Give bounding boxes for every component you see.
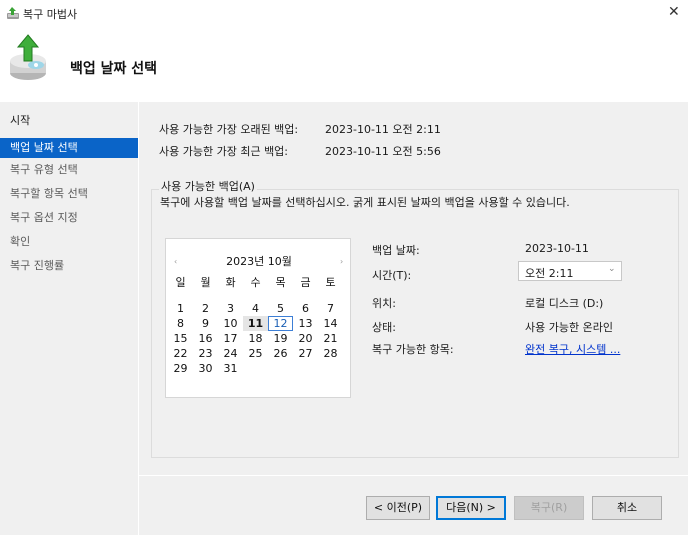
sidebar-item-recovery-options[interactable]: 복구 옵션 지정	[0, 208, 138, 228]
sidebar-item-select-backup-date[interactable]: 백업 날짜 선택	[0, 138, 138, 158]
available-backups-title: 사용 가능한 백업(A)	[159, 178, 257, 194]
calendar-day[interactable]: 28	[318, 346, 343, 361]
calendar-day[interactable]: 21	[318, 331, 343, 346]
back-button[interactable]: < 이전(P)	[366, 496, 430, 520]
footer-divider	[139, 475, 688, 476]
calendar-day[interactable]: 25	[243, 346, 268, 361]
calendar-weekday-header: 토	[325, 276, 336, 289]
window-title: 복구 마법사	[23, 8, 78, 21]
calendar-month-label[interactable]: 2023년 10월	[166, 253, 352, 269]
status-value: 사용 가능한 온라인	[525, 321, 613, 334]
calendar-weekday-header: 금	[300, 276, 311, 289]
calendar-weekday-header: 수	[250, 276, 261, 289]
title-bar: 복구 마법사 ✕	[0, 0, 688, 28]
sidebar-item-select-recovery-type[interactable]: 복구 유형 선택	[0, 160, 138, 180]
oldest-backup-value: 2023-10-11 오전 2:11	[325, 123, 441, 136]
calendar-day[interactable]: 5	[268, 301, 293, 316]
page-title: 백업 날짜 선택	[70, 61, 158, 77]
status-label: 상태:	[372, 321, 396, 334]
time-select[interactable]: 오전 2:11 ⌄	[518, 261, 622, 281]
wizard-body: 시작 백업 날짜 선택 복구 유형 선택 복구할 항목 선택 복구 옵션 지정 …	[0, 102, 688, 535]
calendar-day[interactable]: 12	[268, 316, 293, 331]
calendar-day[interactable]: 9	[193, 316, 218, 331]
calendar-day[interactable]: 29	[168, 361, 193, 376]
calendar-day[interactable]: 16	[193, 331, 218, 346]
calendar-day[interactable]: 26	[268, 346, 293, 361]
calendar-day[interactable]: 2	[193, 301, 218, 316]
calendar-day[interactable]: 10	[218, 316, 243, 331]
recover-button[interactable]: 복구(R)	[514, 496, 584, 520]
location-value: 로컬 디스크 (D:)	[525, 297, 604, 310]
recoverable-items-label: 복구 가능한 항목:	[372, 343, 454, 356]
available-backups-description: 복구에 사용할 백업 날짜를 선택하십시오. 굵게 표시된 날짜의 백업을 사용…	[160, 196, 570, 209]
sidebar-item-start[interactable]: 시작	[0, 111, 138, 131]
calendar-day[interactable]: 6	[293, 301, 318, 316]
calendar-day[interactable]: 27	[293, 346, 318, 361]
calendar-day[interactable]: 31	[218, 361, 243, 376]
sidebar-item-select-items[interactable]: 복구할 항목 선택	[0, 184, 138, 204]
chevron-down-icon: ⌄	[608, 264, 616, 274]
close-icon[interactable]: ✕	[668, 4, 680, 20]
calendar-weekday-header: 화	[225, 276, 236, 289]
calendar-weekday-header: 일	[175, 276, 186, 289]
calendar-weekday-header: 월	[200, 276, 211, 289]
calendar-weekday-header: 목	[275, 276, 286, 289]
calendar-day[interactable]: 17	[218, 331, 243, 346]
sidebar-item-confirmation[interactable]: 확인	[0, 232, 138, 252]
backup-restore-icon	[10, 34, 46, 80]
backup-date-label: 백업 날짜:	[372, 244, 420, 257]
cancel-button[interactable]: 취소	[592, 496, 662, 520]
calendar-day[interactable]: 20	[293, 331, 318, 346]
calendar-day[interactable]: 13	[293, 316, 318, 331]
calendar-next-icon[interactable]: ›	[340, 257, 343, 266]
wizard-icon	[7, 7, 19, 19]
sidebar-item-progress[interactable]: 복구 진행률	[0, 256, 138, 276]
calendar-day[interactable]: 8	[168, 316, 193, 331]
location-label: 위치:	[372, 297, 396, 310]
next-button[interactable]: 다음(N) >	[436, 496, 506, 520]
backup-calendar[interactable]: ‹ 2023년 10월 › 일 월 화 수 목 금 토 1 2 3 4 5 6 7 8 9 10 11 12 13 14…	[165, 238, 351, 398]
calendar-day[interactable]: 18	[243, 331, 268, 346]
calendar-day[interactable]: 7	[318, 301, 343, 316]
calendar-day[interactable]: 23	[193, 346, 218, 361]
recoverable-items-link[interactable]: 완전 복구, 시스템 ...	[525, 341, 620, 357]
calendar-day[interactable]: 3	[218, 301, 243, 316]
backup-date-value: 2023-10-11	[525, 242, 589, 255]
time-select-value: 오전 2:11	[525, 267, 574, 280]
calendar-day[interactable]: 1	[168, 301, 193, 316]
wizard-header: 백업 날짜 선택	[0, 28, 688, 102]
calendar-day[interactable]: 24	[218, 346, 243, 361]
oldest-backup-label: 사용 가능한 가장 오래된 백업:	[159, 123, 299, 136]
time-label: 시간(T):	[372, 269, 412, 282]
wizard-steps-sidebar: 시작 백업 날짜 선택 복구 유형 선택 복구할 항목 선택 복구 옵션 지정 …	[0, 102, 138, 535]
calendar-day[interactable]: 11	[243, 316, 268, 331]
newest-backup-value: 2023-10-11 오전 5:56	[325, 145, 441, 158]
calendar-day[interactable]: 4	[243, 301, 268, 316]
calendar-day[interactable]: 22	[168, 346, 193, 361]
calendar-day[interactable]: 15	[168, 331, 193, 346]
calendar-day[interactable]: 19	[268, 331, 293, 346]
calendar-day[interactable]: 14	[318, 316, 343, 331]
content-pane: 사용 가능한 가장 오래된 백업: 2023-10-11 오전 2:11 사용 …	[139, 102, 688, 535]
newest-backup-label: 사용 가능한 가장 최근 백업:	[159, 145, 289, 158]
calendar-day[interactable]: 30	[193, 361, 218, 376]
